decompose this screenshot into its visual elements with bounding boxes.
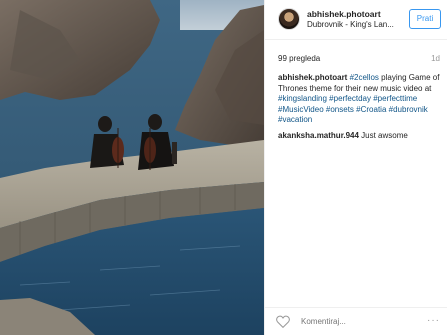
hashtag-link[interactable]: #dubrovnik [389, 105, 428, 114]
post-photo[interactable] [0, 0, 264, 335]
hashtag-link[interactable]: #perfecttime [373, 94, 417, 103]
hashtag-link[interactable]: #perfectday [329, 94, 371, 103]
comment-item: akanksha.mathur.944 Just awsome [278, 131, 444, 142]
photo-scene [0, 0, 264, 335]
hashtag-link[interactable]: #kingslanding [278, 94, 327, 103]
author-username[interactable]: abhishek.photoart [307, 9, 381, 19]
post-sidebar: abhishek.photoart Dubrovnik - King's Lan… [264, 0, 447, 335]
hashtag-link[interactable]: #onsets [326, 105, 354, 114]
follow-button[interactable]: Prati [409, 9, 441, 29]
hashtag-link[interactable]: #MusicVideo [278, 105, 324, 114]
heart-icon[interactable] [276, 315, 290, 328]
post-caption: abhishek.photoart #2cellos playing Game … [278, 73, 444, 126]
caption-username[interactable]: abhishek.photoart [278, 73, 347, 82]
avatar[interactable] [278, 8, 300, 30]
view-count[interactable]: 99 pregleda [278, 54, 320, 63]
comment-username[interactable]: akanksha.mathur.944 [278, 131, 359, 140]
post-header: abhishek.photoart Dubrovnik - King's Lan… [265, 0, 447, 40]
post-time[interactable]: 1d [431, 54, 440, 63]
post-location[interactable]: Dubrovnik - King's Lan... [307, 20, 395, 29]
comment-text: Just awsome [358, 131, 408, 140]
hashtag-link[interactable]: #2cellos [350, 73, 379, 82]
post-footer: ··· [265, 307, 447, 335]
hashtag-link[interactable]: #vacation [278, 115, 312, 124]
more-options-icon[interactable]: ··· [427, 315, 440, 326]
hashtag-link[interactable]: #Croatia [356, 105, 386, 114]
comment-input[interactable] [301, 314, 411, 328]
